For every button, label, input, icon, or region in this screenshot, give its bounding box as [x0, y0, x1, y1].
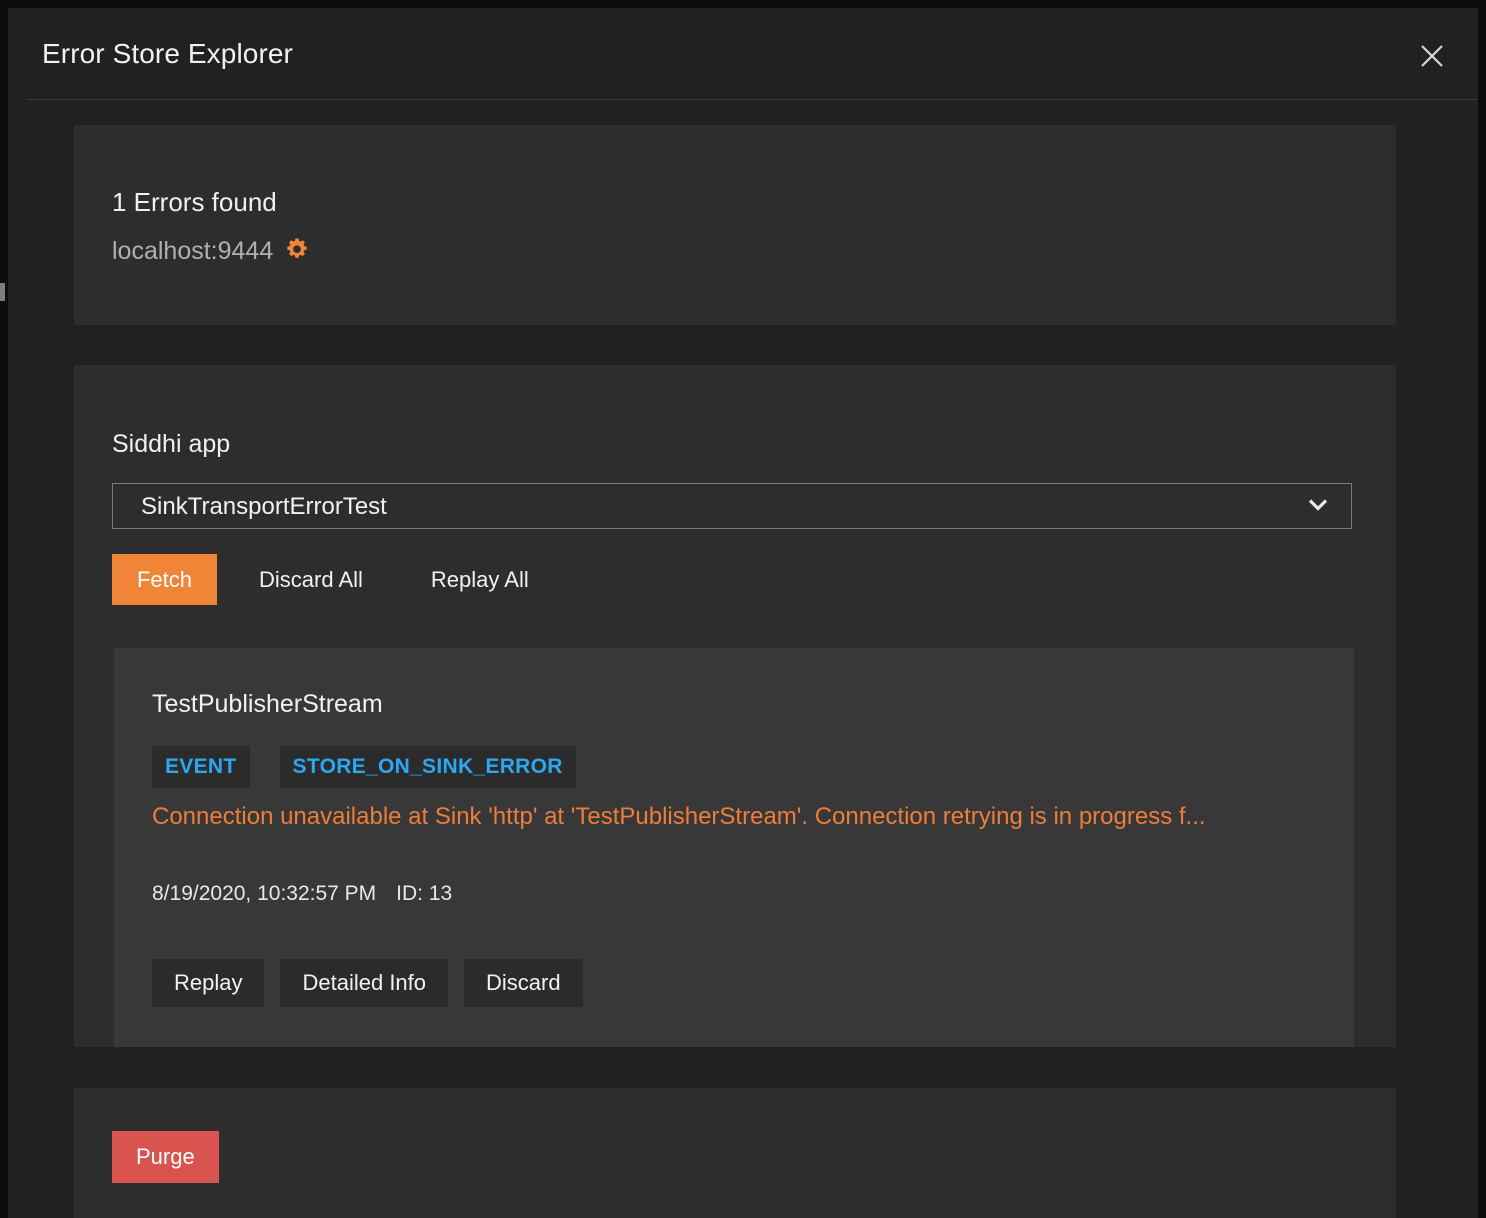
- siddhi-app-label: Siddhi app: [112, 430, 231, 458]
- stream-name: TestPublisherStream: [152, 690, 383, 718]
- error-store-explorer-dialog: Error Store Explorer 1 Errors found loca…: [8, 8, 1478, 1218]
- error-entry-card: TestPublisherStream EVENT STORE_ON_SINK_…: [114, 648, 1354, 1047]
- host-label: localhost:9444: [112, 237, 274, 265]
- app-root: Error Store Explorer 1 Errors found loca…: [0, 0, 1486, 1218]
- bulk-action-buttons: Fetch Discard All Replay All: [112, 554, 555, 605]
- errors-found-count: 1 Errors found: [112, 187, 277, 217]
- purge-button[interactable]: Purge: [112, 1131, 219, 1183]
- fetch-button[interactable]: Fetch: [112, 554, 217, 605]
- status-badge-error-type: STORE_ON_SINK_ERROR: [279, 746, 576, 788]
- error-id: ID: 13: [396, 882, 453, 905]
- host-row: localhost:9444: [112, 237, 309, 266]
- error-message: Connection unavailable at Sink 'http' at…: [152, 803, 1206, 830]
- backdrop-sliver: [0, 283, 5, 301]
- close-icon: [1418, 42, 1446, 70]
- gear-icon[interactable]: [285, 237, 309, 266]
- dialog-header: Error Store Explorer: [8, 8, 1478, 100]
- error-meta: 8/19/2020, 10:32:57 PM ID: 13: [152, 882, 452, 906]
- replay-all-button[interactable]: Replay All: [405, 554, 555, 605]
- siddhi-app-panel: Siddhi app SinkTransportErrorTest Fetch …: [74, 365, 1396, 1047]
- error-card-actions: Replay Detailed Info Discard: [152, 959, 583, 1007]
- replay-button[interactable]: Replay: [152, 959, 265, 1007]
- badge-row: EVENT STORE_ON_SINK_ERROR: [152, 746, 576, 788]
- detailed-info-button[interactable]: Detailed Info: [280, 959, 449, 1007]
- discard-button[interactable]: Discard: [464, 959, 583, 1007]
- error-timestamp: 8/19/2020, 10:32:57 PM: [152, 882, 377, 905]
- status-badge-event: EVENT: [152, 746, 250, 788]
- close-button[interactable]: [1416, 40, 1448, 72]
- discard-all-button[interactable]: Discard All: [233, 554, 389, 605]
- summary-panel: 1 Errors found localhost:9444: [74, 125, 1396, 325]
- page-title: Error Store Explorer: [42, 38, 293, 69]
- purge-panel: Purge: [74, 1088, 1396, 1218]
- siddhi-app-select[interactable]: SinkTransportErrorTest: [112, 483, 1352, 529]
- header-divider: [26, 99, 1478, 100]
